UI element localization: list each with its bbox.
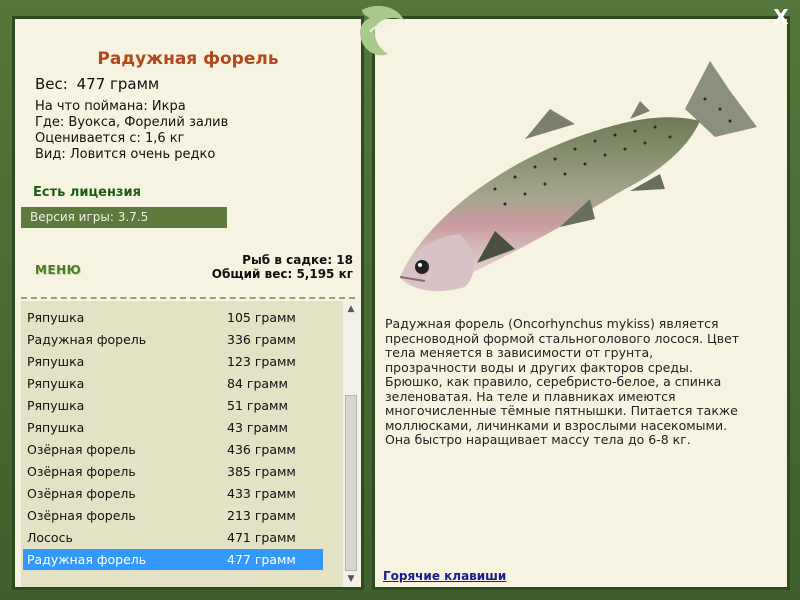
- catch-list-row[interactable]: Радужная форель 477 грамм: [23, 549, 323, 570]
- game-version: Версия игры: 3.7.5: [21, 207, 227, 228]
- catch-fish-name: Озёрная форель: [27, 442, 136, 457]
- catch-fish-weight: 105 грамм: [227, 310, 296, 325]
- catch-list-row[interactable]: Озёрная форель 213 грамм: [23, 505, 323, 526]
- catch-fish-name: Радужная форель: [27, 552, 147, 567]
- catch-fish-name: Озёрная форель: [27, 464, 136, 479]
- catch-fish-weight: 43 грамм: [227, 420, 288, 435]
- catch-list[interactable]: Ряпушка 105 грамм Радужная форель 336 грамм…: [21, 301, 359, 587]
- fish-bait: На что поймана: Икра: [35, 99, 186, 114]
- scroll-thumb[interactable]: [345, 395, 357, 571]
- catch-list-row[interactable]: Радужная форель 336 грамм: [23, 329, 323, 350]
- catch-fish-weight: 213 грамм: [227, 508, 296, 523]
- arrow-up-icon[interactable]: ▲: [343, 301, 359, 317]
- catch-fish-name: Ряпушка: [27, 420, 85, 435]
- catch-fish-weight: 51 грамм: [227, 398, 288, 413]
- fish-count: Рыб в садке: 18: [242, 253, 353, 267]
- weight-value: 477 грамм: [76, 75, 160, 93]
- fish-weight: Вес: 477 грамм: [35, 75, 159, 93]
- close-icon[interactable]: X: [770, 6, 792, 28]
- hotkeys-link[interactable]: Горячие клавиши: [383, 569, 506, 583]
- license-status: Есть лицензия: [33, 185, 141, 200]
- catch-fish-name: Ряпушка: [27, 376, 85, 391]
- fish-details: На что поймана: Икра Где: Вуокса, Форели…: [35, 99, 228, 163]
- catch-fish-weight: 123 грамм: [227, 354, 296, 369]
- fish-title: Радужная форель: [97, 49, 279, 69]
- catch-list-row[interactable]: Ряпушка 123 грамм: [23, 351, 323, 372]
- rainbow-trout-image: [399, 61, 757, 292]
- fish-image-panel: Радужная форель (Oncorhynchus mykiss) яв…: [372, 16, 790, 590]
- catch-list-row[interactable]: Озёрная форель 436 грамм: [23, 439, 323, 460]
- catch-fish-weight: 385 грамм: [227, 464, 296, 479]
- catch-fish-name: Лосось: [27, 530, 73, 545]
- catch-fish-name: Озёрная форель: [27, 486, 136, 501]
- fish-location: Где: Вуокса, Форелий залив: [35, 115, 229, 130]
- catch-fish-name: Озёрная форель: [27, 508, 136, 523]
- catch-fish-name: Ряпушка: [27, 354, 85, 369]
- divider: [21, 297, 355, 299]
- weight-label: Вес:: [35, 75, 68, 93]
- fish-rarity: Вид: Ловится очень редко: [35, 147, 216, 162]
- catch-list-row[interactable]: Озёрная форель 385 грамм: [23, 461, 323, 482]
- arrow-down-icon[interactable]: ▼: [343, 571, 359, 587]
- list-scrollbar[interactable]: ▲ ▼: [343, 301, 359, 587]
- fish-info-panel: Радужная форель Вес: 477 грамм На что по…: [12, 16, 364, 590]
- catch-fish-name: Радужная форель: [27, 332, 147, 347]
- catch-stats: Рыб в садке: 18 Общий вес: 5,195 кг: [212, 253, 353, 281]
- menu-button[interactable]: МЕНЮ: [35, 263, 81, 277]
- catch-list-row[interactable]: Лосось 471 грамм: [23, 527, 323, 548]
- catch-list-row[interactable]: Ряпушка 51 грамм: [23, 395, 323, 416]
- catch-fish-weight: 436 грамм: [227, 442, 296, 457]
- dolphin-logo-icon: [360, 5, 404, 56]
- catch-fish-weight: 84 грамм: [227, 376, 288, 391]
- fish-value: Оценивается с: 1,6 кг: [35, 131, 185, 146]
- catch-fish-weight: 477 грамм: [227, 552, 296, 567]
- catch-fish-name: Ряпушка: [27, 398, 85, 413]
- catch-list-row[interactable]: Озёрная форель 433 грамм: [23, 483, 323, 504]
- catch-fish-weight: 433 грамм: [227, 486, 296, 501]
- catch-fish-weight: 336 грамм: [227, 332, 296, 347]
- catch-fish-name: Ряпушка: [27, 310, 85, 325]
- fish-description: Радужная форель (Oncorhynchus mykiss) яв…: [385, 316, 740, 447]
- catch-fish-weight: 471 грамм: [227, 530, 296, 545]
- total-weight: Общий вес: 5,195 кг: [211, 267, 353, 281]
- catch-list-row[interactable]: Ряпушка 84 грамм: [23, 373, 323, 394]
- catch-list-row[interactable]: Ряпушка 105 грамм: [23, 307, 323, 328]
- catch-list-row[interactable]: Ряпушка 43 грамм: [23, 417, 323, 438]
